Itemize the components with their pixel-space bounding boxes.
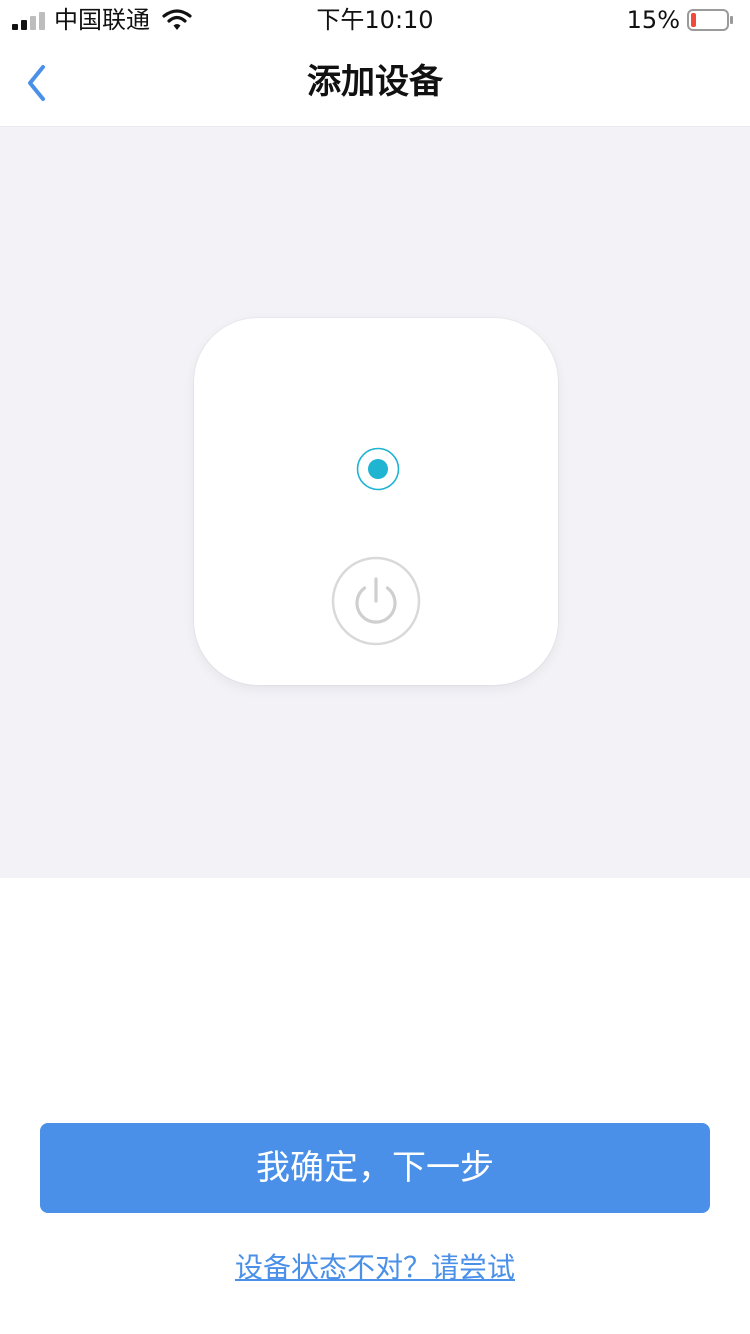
power-icon <box>331 556 421 646</box>
page-title: 添加设备 <box>307 62 443 102</box>
device-status-help-link[interactable]: 设备状态不对？请尝试 <box>0 1250 750 1286</box>
add-device-screen: 中国联通 下午10:10 15% 添加设备 我确定，下一步 设备状态不对？请尝试 <box>0 0 750 1334</box>
battery-percent: 15% <box>626 6 680 34</box>
device-illustration <box>194 318 558 685</box>
device-illustration-area <box>0 127 750 878</box>
battery-icon <box>687 9 733 31</box>
nav-bar: 添加设备 <box>0 40 750 127</box>
indicator-light-icon <box>356 447 400 491</box>
status-bar: 中国联通 下午10:10 15% <box>0 0 750 40</box>
confirm-next-button[interactable]: 我确定，下一步 <box>40 1123 710 1213</box>
